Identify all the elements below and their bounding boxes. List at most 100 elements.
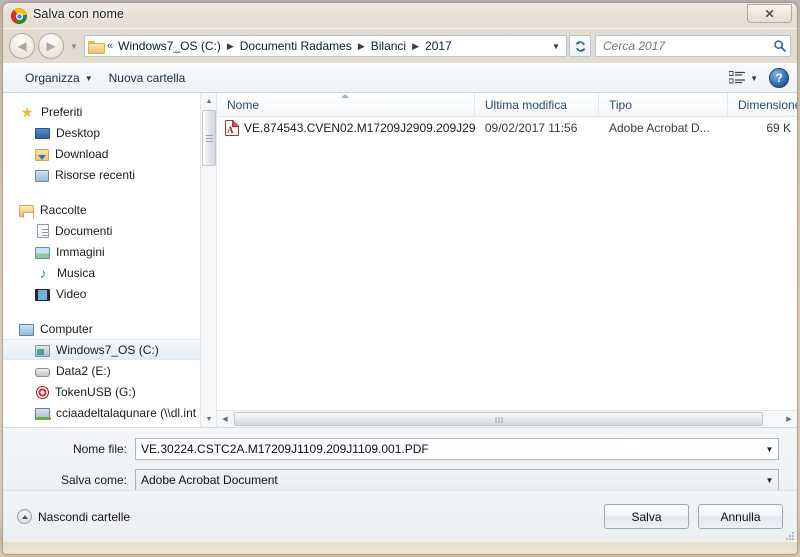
file-list-pane: Nome Ultima modifica Tipo Dimensione VE.…: [217, 93, 797, 427]
scroll-up-button[interactable]: ▲: [201, 93, 216, 109]
cancel-button[interactable]: Annulla: [698, 504, 783, 529]
breadcrumb-item-1[interactable]: Documenti Radames: [238, 38, 354, 54]
breadcrumb-separator-0[interactable]: ▶: [223, 41, 238, 52]
sidebar-item-windows7-os-c[interactable]: Windows7_OS (C:): [3, 339, 216, 360]
help-icon: ?: [775, 71, 783, 85]
filename-input[interactable]: [136, 442, 761, 456]
help-button[interactable]: ?: [769, 68, 789, 88]
search-box[interactable]: [595, 35, 791, 57]
column-header-ultima-modifica[interactable]: Ultima modifica: [475, 93, 599, 116]
resize-grip[interactable]: [784, 530, 794, 540]
sidebar-item-preferiti[interactable]: ★ Preferiti: [3, 101, 216, 122]
cancel-label: Annulla: [720, 509, 761, 524]
close-button[interactable]: ✕: [747, 4, 792, 23]
address-dropdown-button[interactable]: ▼: [548, 36, 564, 56]
sidebar-item-tokenusb-g[interactable]: TokenUSB (G:): [3, 381, 216, 402]
sidebar-group-raccolte: Raccolte Documenti Immagini ♪ Musica Vid…: [3, 199, 216, 304]
sidebar-item-video[interactable]: Video: [3, 283, 216, 304]
file-rows: VE.874543.CVEN02.M17209J2909.209J290... …: [217, 117, 797, 410]
sidebar-item-risorse-recenti[interactable]: Risorse recenti: [3, 164, 216, 185]
forward-button[interactable]: ▶: [38, 33, 64, 59]
hscroll-thumb[interactable]: [234, 411, 763, 426]
navigation-pane: ★ Preferiti Desktop Download Risorse rec…: [3, 93, 217, 427]
sidebar-item-raccolte[interactable]: Raccolte: [3, 199, 216, 220]
new-folder-label: Nuova cartella: [108, 71, 186, 85]
dialog-body: ★ Preferiti Desktop Download Risorse rec…: [3, 93, 797, 428]
savetype-value: Adobe Acrobat Document: [141, 473, 278, 487]
breadcrumb-separator-1[interactable]: ▶: [354, 41, 369, 52]
libraries-folder-icon: [19, 204, 34, 218]
filename-dropdown-button[interactable]: ▼: [761, 439, 778, 459]
sidebar-item-download[interactable]: Download: [3, 143, 216, 164]
recent-places-icon: [35, 169, 49, 182]
column-header-dimensione[interactable]: Dimensione: [728, 93, 797, 116]
sidebar-label: Risorse recenti: [55, 167, 136, 182]
filename-row: Nome file: ▼: [21, 438, 779, 460]
folder-icon: [88, 40, 105, 54]
file-name: VE.874543.CVEN02.M17209J2909.209J290...: [244, 121, 475, 135]
refresh-button[interactable]: [569, 35, 591, 57]
hide-folders-label: Nascondi cartelle: [38, 509, 131, 524]
breadcrumb-overflow-icon[interactable]: «: [107, 40, 113, 52]
scroll-down-button[interactable]: ▼: [201, 411, 216, 427]
sidebar-scrollbar[interactable]: ▲ ▼: [200, 93, 216, 427]
sidebar-item-immagini[interactable]: Immagini: [3, 241, 216, 262]
back-button[interactable]: ◀: [9, 33, 35, 59]
chevron-down-icon: ▼: [765, 475, 774, 485]
cell-dimensione: 69 K: [766, 121, 791, 135]
hscroll-track[interactable]: [233, 411, 781, 427]
view-mode-button[interactable]: ▼: [724, 68, 763, 88]
savetype-combobox[interactable]: Adobe Acrobat Document ▼: [135, 469, 779, 491]
cell-nome: VE.874543.CVEN02.M17209J2909.209J290...: [217, 120, 475, 136]
hide-folders-button[interactable]: Nascondi cartelle: [17, 509, 130, 524]
filename-label: Nome file:: [72, 442, 127, 456]
sidebar-item-network-share[interactable]: cciaadeltalaqunare (\\dl.int: [3, 402, 216, 423]
column-label: Ultima modifica: [484, 97, 567, 112]
refresh-icon: [575, 40, 585, 52]
table-row[interactable]: VE.874543.CVEN02.M17209J2909.209J290... …: [217, 117, 797, 139]
sidebar-label: Documenti: [55, 223, 113, 238]
file-list-horizontal-scrollbar[interactable]: ◀ ▶: [217, 410, 797, 427]
triangle-up-icon: ▲: [205, 97, 213, 105]
sidebar-label: Video: [56, 286, 87, 301]
scroll-left-button[interactable]: ◀: [217, 411, 233, 427]
save-button[interactable]: Salva: [604, 504, 689, 529]
filename-combobox[interactable]: ▼: [135, 438, 779, 460]
save-form: Nome file: ▼ Salva come: Adobe Acrobat D…: [3, 428, 797, 491]
search-input[interactable]: [603, 39, 773, 53]
breadcrumb-item-2[interactable]: Bilanci: [369, 38, 408, 54]
column-header-nome[interactable]: Nome: [217, 93, 475, 116]
history-dropdown-button[interactable]: ▼: [67, 33, 81, 59]
pictures-icon: [35, 246, 50, 259]
breadcrumb-item-3[interactable]: 2017: [423, 38, 454, 54]
breadcrumb-item-0[interactable]: Windows7_OS (C:): [116, 38, 223, 54]
chrome-icon: [11, 8, 27, 24]
scroll-right-button[interactable]: ▶: [781, 411, 797, 427]
column-header-tipo[interactable]: Tipo: [599, 93, 728, 116]
drive-icon: [35, 368, 50, 377]
token-usb-icon: [36, 386, 49, 399]
savetype-label: Salva come:: [60, 473, 127, 487]
chevron-down-icon: ▼: [70, 41, 78, 51]
dialog-footer: Nascondi cartelle Salva Annulla: [3, 490, 797, 542]
address-bar[interactable]: « Windows7_OS (C:) ▶ Documenti Radames ▶…: [84, 35, 567, 57]
back-arrow-icon: ◀: [17, 39, 27, 53]
organize-menu-button[interactable]: Organizza ▼: [17, 68, 101, 88]
sidebar-item-data2-e[interactable]: Data2 (E:): [3, 360, 216, 381]
sidebar-scroll-thumb[interactable]: [202, 110, 216, 166]
music-note-icon: ♪: [39, 264, 47, 281]
sidebar-label: Download: [55, 146, 109, 161]
breadcrumb-separator-2[interactable]: ▶: [408, 41, 423, 52]
sidebar-item-desktop[interactable]: Desktop: [3, 122, 216, 143]
triangle-down-icon: ▼: [205, 415, 213, 423]
sidebar-label: cciaadeltalaqunare (\\dl.int: [56, 405, 197, 420]
sidebar-item-documenti[interactable]: Documenti: [3, 220, 216, 241]
network-drive-icon: [35, 407, 51, 420]
new-folder-button[interactable]: Nuova cartella: [101, 68, 194, 88]
sidebar-item-computer[interactable]: Computer: [3, 318, 216, 339]
sidebar-item-musica[interactable]: ♪ Musica: [3, 262, 216, 283]
savetype-dropdown-button[interactable]: ▼: [761, 470, 778, 490]
column-label: Nome: [227, 97, 260, 112]
title-bar: Salva con nome ✕: [3, 3, 797, 29]
sidebar-label: Data2 (E:): [56, 363, 111, 378]
